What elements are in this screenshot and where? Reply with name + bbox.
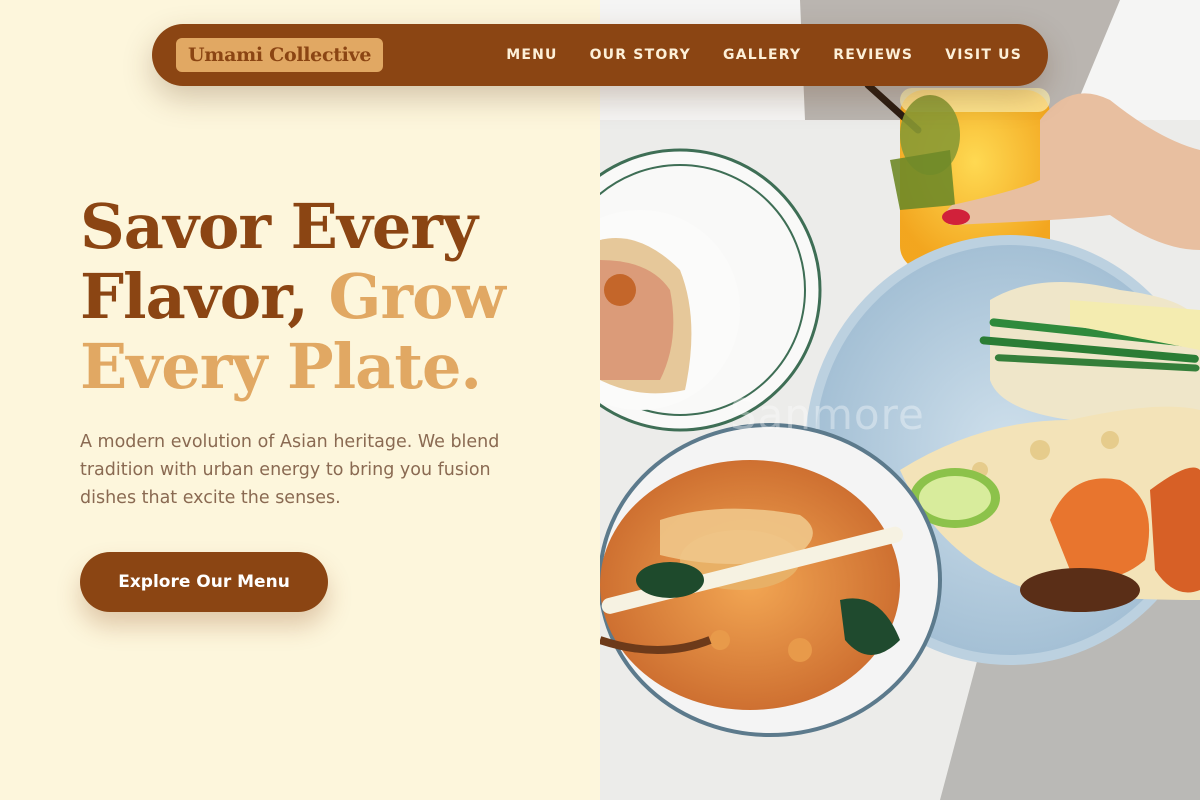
nav-links: MENU OUR STORY GALLERY REVIEWS VISIT US [506, 47, 1022, 63]
nav-link-our-story[interactable]: OUR STORY [590, 47, 691, 63]
hero-description: A modern evolution of Asian heritage. We… [80, 432, 500, 508]
brand-logo[interactable]: Umami Collective [176, 38, 384, 72]
explore-menu-button[interactable]: Explore Our Menu [80, 552, 328, 612]
nav-link-gallery[interactable]: GALLERY [723, 47, 801, 63]
nav-link-menu[interactable]: MENU [506, 47, 557, 63]
nav-link-visit-us[interactable]: VISIT US [945, 47, 1022, 63]
nav-link-reviews[interactable]: REVIEWS [833, 47, 913, 63]
top-navbar: Umami Collective MENU OUR STORY GALLERY … [152, 24, 1048, 86]
hero-title: Savor Every Flavor, Grow Every Plate. [80, 192, 580, 402]
photo-watermark: Sanmore [730, 390, 925, 439]
